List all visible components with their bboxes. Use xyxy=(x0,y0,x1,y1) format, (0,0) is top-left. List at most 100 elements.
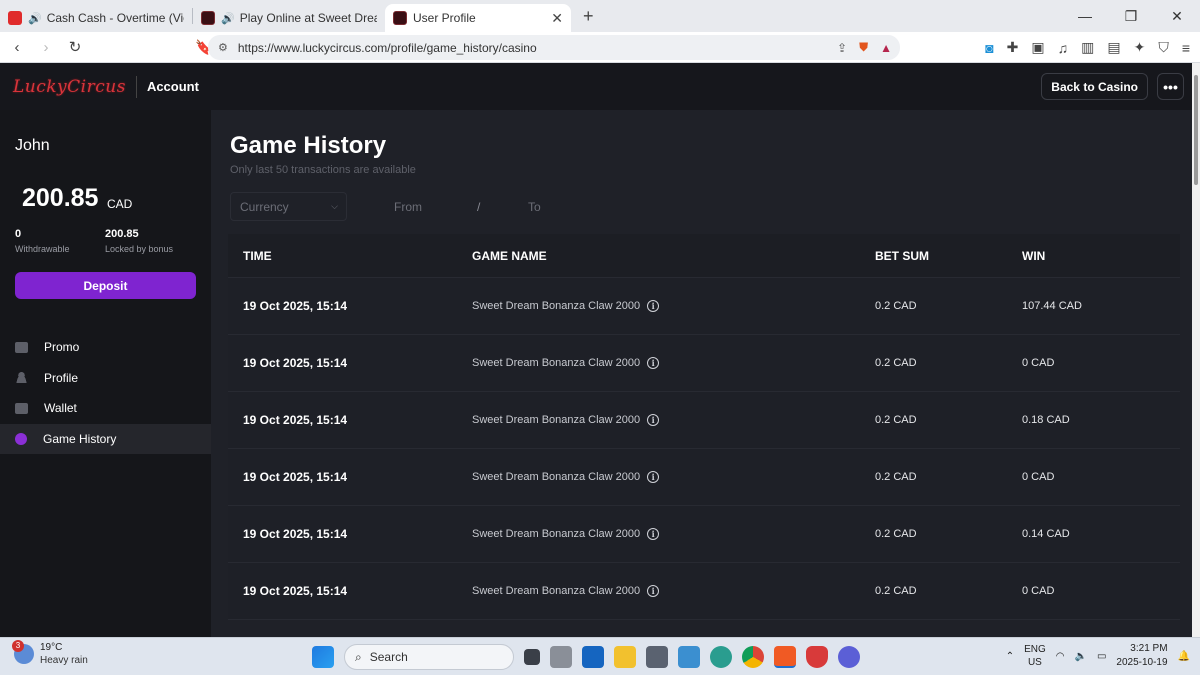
language-indicator[interactable]: ENG US xyxy=(1024,643,1046,669)
speaker-icon[interactable]: 🔊 xyxy=(28,12,42,25)
info-icon[interactable]: i xyxy=(647,585,660,597)
sidebar-item-wallet[interactable]: Wallet xyxy=(0,393,211,424)
volume-icon[interactable]: 🔈 xyxy=(1074,651,1086,662)
new-tab-icon[interactable]: + xyxy=(583,6,594,27)
locked-bonus-stat: 200.85 Locked by bonus xyxy=(105,228,173,254)
tab-title: User Profile xyxy=(413,11,476,25)
table-row: 19 Oct 2025, 15:14 Sweet Dream Bonanza C… xyxy=(228,449,1180,506)
printer-app-icon[interactable] xyxy=(550,646,572,668)
row-bet: 0.2 CAD xyxy=(875,357,917,369)
weather-widget[interactable]: 3 19°C Heavy rain xyxy=(12,640,88,666)
lang-code: ENG xyxy=(1024,644,1046,655)
minimize-icon[interactable]: — xyxy=(1062,8,1108,24)
tab-title: Play Online at Sweet Dream Bona xyxy=(239,11,377,25)
info-icon[interactable]: i xyxy=(647,357,660,369)
wallet-icon[interactable]: ▤ xyxy=(1107,39,1120,56)
vpn-icon[interactable]: ⛉ xyxy=(1158,39,1169,56)
scrollbar-thumb[interactable] xyxy=(1194,75,1198,185)
browser-toolbar: ‹ › ↻ 🔖 ⚙ https://www.luckycircus.com/pr… xyxy=(0,32,1200,63)
back-to-casino-button[interactable]: Back to Casino xyxy=(1041,73,1148,100)
column-header-game: GAME NAME xyxy=(472,248,547,263)
table-row: 19 Oct 2025, 15:14 Sweet Dream Bonanza C… xyxy=(228,335,1180,392)
currency-placeholder: Currency xyxy=(240,199,289,214)
speaker-icon[interactable]: 🔊 xyxy=(221,12,235,25)
vpn-app-icon[interactable] xyxy=(838,646,860,668)
forward-arrow-icon[interactable]: › xyxy=(34,39,58,56)
withdrawable-stat: 0 Withdrawable xyxy=(15,228,70,254)
brave-shield-app-icon[interactable] xyxy=(806,646,828,668)
search-label: Search xyxy=(369,650,408,664)
more-options-button[interactable]: ••• xyxy=(1157,73,1184,100)
weather-badge: 3 xyxy=(12,640,24,652)
browser-tab-1[interactable]: 🔊 Cash Cash - Overtime (Vicetone R xyxy=(0,4,192,32)
taskbar-search[interactable]: ⌕ Search xyxy=(344,644,514,670)
close-window-icon[interactable]: ✕ xyxy=(1154,8,1200,25)
withdrawable-label: Withdrawable xyxy=(15,244,70,254)
sidebar-item-game-history[interactable]: Game History xyxy=(0,423,211,454)
sidebar-icon[interactable]: ▥ xyxy=(1081,39,1094,56)
close-tab-icon[interactable]: ✕ xyxy=(551,10,563,27)
notepad-icon[interactable] xyxy=(678,646,700,668)
windows-start-icon[interactable] xyxy=(312,646,334,668)
sidebar-item-promo[interactable]: Promo xyxy=(0,332,211,363)
globe-app-icon[interactable] xyxy=(710,646,732,668)
windows-taskbar: 3 19°C Heavy rain ⌕ Search ⌃ ENG US ◠ 🔈 xyxy=(0,637,1200,675)
game-name: Sweet Dream Bonanza Claw 2000 xyxy=(472,471,641,483)
row-win: 0 CAD xyxy=(1022,357,1055,369)
brave-rewards-icon[interactable]: ▲ xyxy=(880,41,892,55)
to-date-input[interactable]: To xyxy=(528,200,541,214)
restore-icon[interactable]: ❐ xyxy=(1108,8,1154,25)
calculator-icon[interactable] xyxy=(646,646,668,668)
sidebar-item-profile[interactable]: Profile xyxy=(0,363,211,394)
row-time: 19 Oct 2025, 15:14 xyxy=(243,413,348,427)
browser-tab-3[interactable]: User Profile ✕ xyxy=(385,4,571,32)
ai-sparkle-icon[interactable]: ✦ xyxy=(1134,39,1146,56)
menu-icon[interactable]: ≡ xyxy=(1182,40,1190,56)
wifi-icon[interactable]: ◠ xyxy=(1056,651,1065,662)
sidebar-item-label: Profile xyxy=(44,370,79,385)
back-arrow-icon[interactable]: ‹ xyxy=(5,39,29,56)
main-content: Game History Only last 50 transactions a… xyxy=(211,110,1192,637)
section-title: Account xyxy=(146,79,199,94)
share-icon[interactable]: ⇪ xyxy=(837,41,847,55)
info-icon[interactable]: i xyxy=(647,528,660,540)
page-scrollbar[interactable] xyxy=(1192,63,1200,637)
info-icon[interactable]: i xyxy=(647,471,660,483)
column-header-bet: BET SUM xyxy=(875,248,929,263)
search-icon: ⌕ xyxy=(355,649,362,664)
site-settings-icon[interactable]: ⚙ xyxy=(218,41,228,54)
browser-tab-2[interactable]: 🔊 Play Online at Sweet Dream Bona xyxy=(193,4,385,32)
row-win: 0.14 CAD xyxy=(1022,528,1070,540)
extension-icon[interactable]: ◙ xyxy=(985,40,993,56)
info-icon[interactable]: i xyxy=(647,414,660,426)
lucky-circus-logo[interactable]: LuckyCircus xyxy=(13,77,126,97)
row-bet: 0.2 CAD xyxy=(875,585,917,597)
table-row: 19 Oct 2025, 15:14 Sweet Dream Bonanza C… xyxy=(228,506,1180,563)
region-code: US xyxy=(1027,657,1042,668)
file-explorer-icon[interactable] xyxy=(614,646,636,668)
extensions-bar: ◙ ✚ ▣ ♫ ▥ ▤ ✦ ⛉ ≡ xyxy=(985,32,1190,63)
reload-icon[interactable]: ↻ xyxy=(63,38,87,56)
chrome-icon[interactable] xyxy=(742,646,764,668)
game-name: Sweet Dream Bonanza Claw 2000 xyxy=(472,585,641,597)
puzzle-icon[interactable]: ✚ xyxy=(1007,39,1019,56)
address-bar[interactable]: ⚙ https://www.luckycircus.com/profile/ga… xyxy=(208,35,900,60)
currency-select[interactable]: Currency ⌵ xyxy=(230,192,347,221)
clock[interactable]: 3:21 PM 2025-10-19 xyxy=(1116,642,1167,670)
brave-shield-icon[interactable]: ⛊ xyxy=(859,40,868,55)
task-view-icon[interactable] xyxy=(524,649,540,665)
outlook-icon[interactable] xyxy=(582,646,604,668)
brave-browser-icon[interactable] xyxy=(774,646,796,668)
music-icon[interactable]: ♫ xyxy=(1058,40,1069,56)
sidebar-item-label: Wallet xyxy=(44,401,77,416)
chevron-up-icon[interactable]: ⌃ xyxy=(1006,651,1014,662)
notification-bell-icon[interactable]: 🔔 xyxy=(1178,651,1190,662)
browser-tabstrip: 🔊 Cash Cash - Overtime (Vicetone R 🔊 Pla… xyxy=(0,0,1200,32)
row-game: Sweet Dream Bonanza Claw 2000 i xyxy=(472,528,875,540)
screenshot-icon[interactable]: ▣ xyxy=(1031,39,1044,56)
from-date-input[interactable]: From xyxy=(394,200,422,214)
battery-icon[interactable]: ▭ xyxy=(1097,651,1106,662)
locked-value: 200.85 xyxy=(105,228,139,240)
deposit-button[interactable]: Deposit xyxy=(15,272,196,299)
info-icon[interactable]: i xyxy=(647,300,660,312)
